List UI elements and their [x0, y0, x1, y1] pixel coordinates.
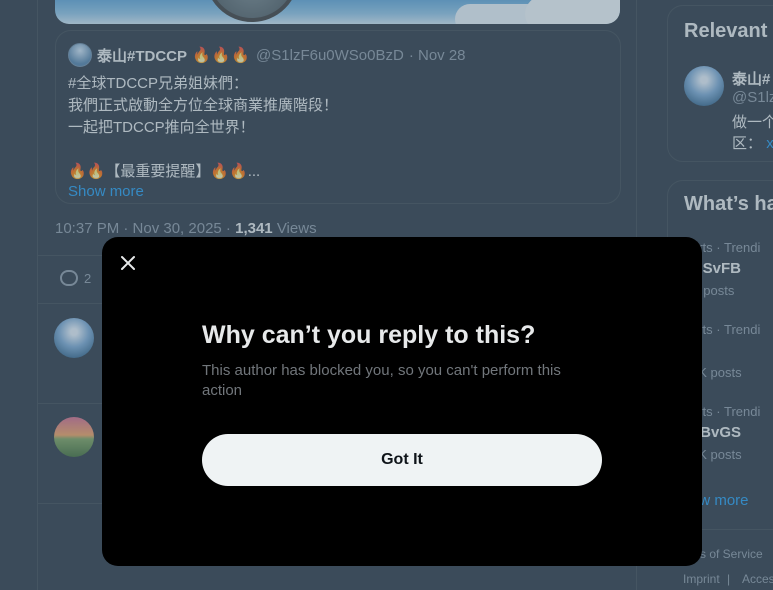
dialog-message: This author has blocked you, so you can'… [202, 362, 561, 399]
got-it-button[interactable]: Got It [202, 434, 602, 486]
close-icon [121, 256, 135, 270]
dialog-title: Why can’t you reply to this? [202, 321, 536, 349]
reply-restricted-dialog: Why can’t you reply to this? This author… [102, 237, 702, 566]
close-button[interactable] [110, 245, 146, 281]
